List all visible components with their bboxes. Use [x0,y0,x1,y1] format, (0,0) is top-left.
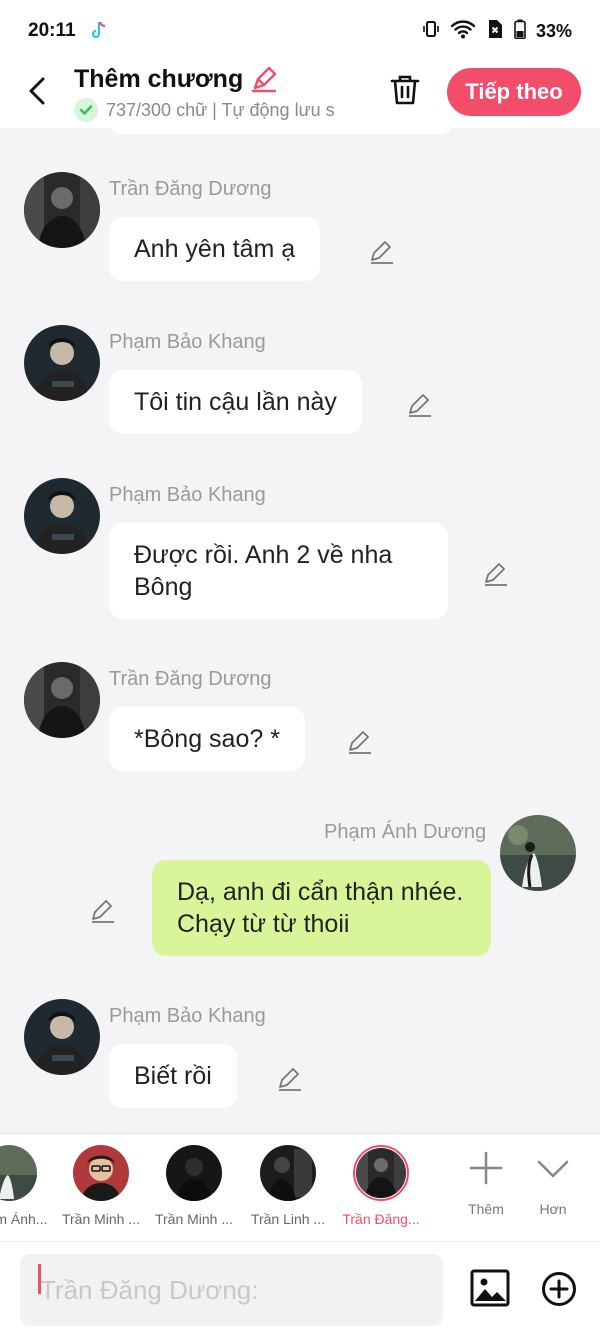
sender-name: Phạm Bảo Khang [109,1005,266,1027]
pencil-icon [349,731,371,754]
back-button[interactable] [22,74,52,108]
edit-message-button[interactable] [368,237,396,265]
editor-header: Thêm chương 737/300 chữ | Tự động lưu s … [0,62,600,128]
character-item-selected[interactable]: Trần Đăng... [336,1134,426,1227]
no-sim-icon [486,19,504,44]
character-selector: Phạm Ánh... Trần Minh ... Trần Minh ... … [0,1133,600,1241]
message-bubble[interactable]: Tôi tin cậu lần này [109,370,362,434]
message-bubble[interactable]: Được rồi. Anh 2 về nha Bông [109,523,448,619]
message-bubble[interactable]: Biết rồi [109,1044,237,1108]
status-icons: 33% [422,19,572,44]
message-input[interactable] [20,1254,443,1326]
add-character-label: Thêm [468,1201,504,1217]
pencil-icon [409,394,431,417]
avatar[interactable] [24,172,100,248]
character-item[interactable]: Phạm Ánh... [0,1134,54,1227]
tiktok-icon [90,21,108,41]
next-button[interactable]: Tiếp theo [447,68,581,116]
character-name: Phạm Ánh... [0,1211,48,1227]
avatar[interactable] [24,478,100,554]
character-avatar [166,1145,222,1201]
text-cursor [38,1264,41,1294]
pencil-icon [252,66,277,93]
more-characters-label: Hơn [539,1201,567,1217]
pencil-icon [485,563,507,586]
character-avatar [260,1145,316,1201]
page-title: Thêm chương [74,64,244,93]
character-item[interactable]: Trần Linh ... [243,1134,333,1227]
edit-message-button[interactable] [406,390,434,418]
insert-image-button[interactable] [470,1268,510,1308]
edit-message-button[interactable] [482,559,510,587]
edit-message-button[interactable] [276,1064,304,1092]
character-name: Trần Đăng... [342,1211,420,1227]
add-character-button[interactable]: Thêm [458,1144,514,1217]
character-name: Trần Linh ... [250,1211,326,1227]
avatar[interactable] [24,999,100,1075]
pencil-icon [371,241,393,264]
more-characters-button[interactable]: Hơn [525,1144,581,1217]
edit-message-button[interactable] [89,896,117,924]
message-input-box[interactable] [20,1254,443,1326]
previous-message-bubble[interactable] [108,128,453,134]
image-icon [470,1269,510,1307]
character-item[interactable]: Trần Minh ... [56,1134,146,1227]
wifi-icon [450,19,476,44]
vibrate-icon [422,19,440,44]
pencil-icon [279,1068,301,1091]
sender-name: Trần Đăng Dương [109,178,272,200]
battery-percent: 33% [535,20,572,41]
avatar[interactable] [24,662,100,738]
chat-area[interactable]: Trần Đăng Dương Anh yên tâm ạ Phạm Bảo K… [0,128,600,1133]
chevron-down-icon [537,1160,569,1178]
character-name: Trần Minh ... [61,1211,141,1227]
more-options-button[interactable] [541,1271,577,1307]
add-circle-icon [542,1272,576,1306]
message-bubble[interactable]: *Bông sao? * [109,707,305,771]
message-bubble[interactable]: Dạ, anh đi cẩn thận nhée. Chạy từ từ tho… [152,860,491,956]
sender-name: Phạm Ánh Dương [324,821,487,843]
message-composer [0,1241,600,1337]
character-avatar [353,1145,409,1201]
message-bubble[interactable]: Anh yên tâm ạ [109,217,321,281]
battery-icon [514,19,526,44]
sender-name: Trần Đăng Dương [109,668,272,690]
avatar[interactable] [24,325,100,401]
sender-name: Phạm Bảo Khang [109,331,266,353]
check-icon [74,98,98,122]
character-avatar [0,1145,37,1201]
edit-message-button[interactable] [346,727,374,755]
word-count-status: 737/300 chữ | Tự động lưu s [74,98,362,122]
avatar[interactable] [500,815,576,891]
plus-icon [469,1151,503,1185]
status-time: 20:11 [28,20,76,41]
character-name: Trần Minh ... [154,1211,234,1227]
title-row[interactable]: Thêm chương [74,64,279,94]
pencil-icon [92,900,114,923]
character-item[interactable]: Trần Minh ... [149,1134,239,1227]
sender-name: Phạm Bảo Khang [109,484,266,506]
trash-icon [390,75,420,105]
chevron-left-icon [29,77,45,105]
delete-button[interactable] [388,72,422,108]
status-bar: 20:11 33% [0,0,600,62]
character-avatar [73,1145,129,1201]
word-count-text: 737/300 chữ | Tự động lưu s [106,99,335,120]
